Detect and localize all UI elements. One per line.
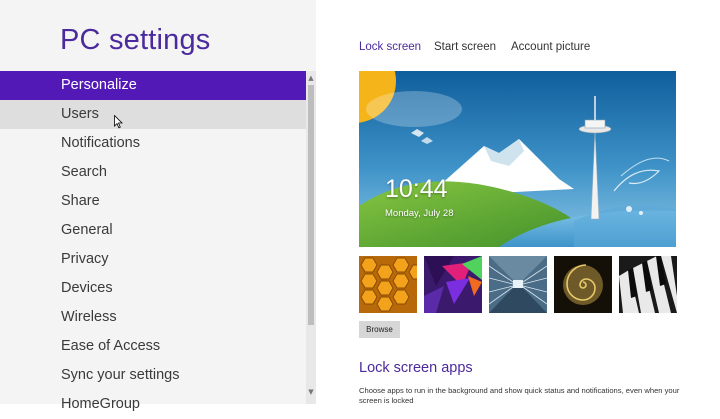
mouse-pointer-icon	[114, 115, 123, 129]
sidebar-item-ease-of-access[interactable]: Ease of Access	[0, 332, 306, 361]
thumbnail-piano[interactable]	[619, 256, 677, 313]
scroll-thumb[interactable]	[308, 85, 314, 325]
sidebar-item-share[interactable]: Share	[0, 187, 306, 216]
left-pane: PC settings Personalize Users Notification…	[0, 0, 316, 412]
thumbnail-tunnel[interactable]	[489, 256, 547, 313]
preview-date: Monday, July 28	[385, 208, 454, 219]
sidebar-item-notifications[interactable]: Notifications	[0, 129, 306, 158]
sidebar-item-devices[interactable]: Devices	[0, 274, 306, 303]
thumbnail-abstract[interactable]	[424, 256, 482, 313]
browse-button[interactable]: Browse	[359, 321, 400, 338]
lock-screen-apps-description: Choose apps to run in the background and…	[359, 386, 680, 405]
honeycomb-image	[359, 256, 417, 313]
scroll-down-arrow-icon[interactable]: ▼	[306, 387, 316, 397]
preview-clock: 10:44	[385, 175, 448, 203]
lock-screen-preview: 10:44 Monday, July 28	[359, 71, 676, 247]
tunnel-image	[489, 256, 547, 313]
sidebar-item-users[interactable]: Users	[0, 100, 306, 129]
sidebar-item-sync-your-settings[interactable]: Sync your settings	[0, 361, 306, 390]
tab-account-picture[interactable]: Account picture	[511, 41, 590, 53]
nautilus-shell-image	[554, 256, 612, 313]
thumbnail-honeycomb[interactable]	[359, 256, 417, 313]
page-title: PC settings	[60, 24, 211, 56]
sidebar-item-homegroup[interactable]: HomeGroup	[0, 390, 306, 419]
scroll-up-arrow-icon[interactable]: ▲	[306, 73, 316, 83]
sidebar-item-general[interactable]: General	[0, 216, 306, 245]
sidebar-item-personalize[interactable]: Personalize	[0, 71, 306, 100]
piano-keys-image	[619, 256, 677, 313]
space-needle-landscape-image	[359, 71, 676, 247]
sidebar-item-wireless[interactable]: Wireless	[0, 303, 306, 332]
settings-nav: Personalize Users Notifications Search Share…	[0, 71, 306, 419]
sidebar-item-search[interactable]: Search	[0, 158, 306, 187]
sidebar-item-privacy[interactable]: Privacy	[0, 245, 306, 274]
tab-start-screen[interactable]: Start screen	[434, 41, 496, 53]
nav-scrollbar[interactable]: ▲ ▼	[306, 71, 316, 404]
abstract-colors-image	[424, 256, 482, 313]
tab-lock-screen[interactable]: Lock screen	[359, 41, 421, 53]
lock-screen-apps-heading: Lock screen apps	[359, 360, 473, 376]
thumbnail-nautilus[interactable]	[554, 256, 612, 313]
